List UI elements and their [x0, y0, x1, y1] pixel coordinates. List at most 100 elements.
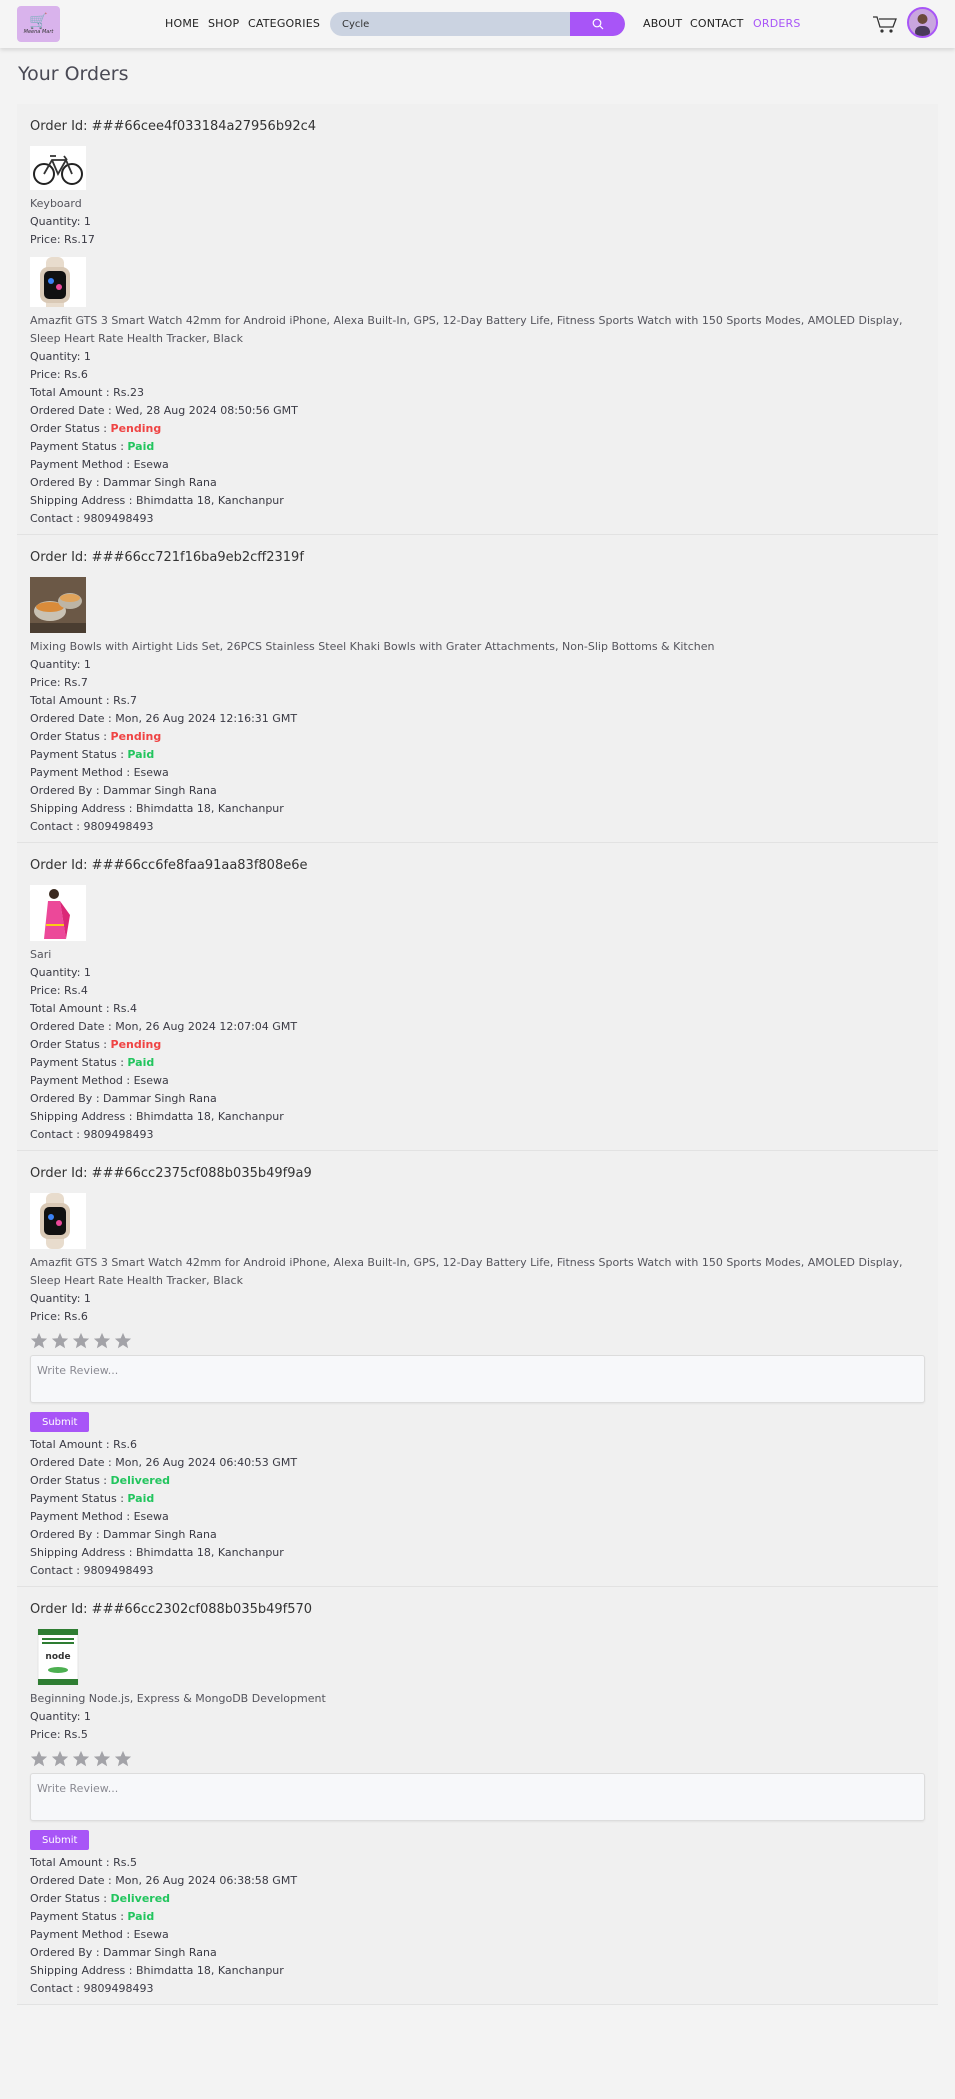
shipping-address: Shipping Address : Bhimdatta 18, Kanchan…: [30, 1110, 284, 1123]
search-button[interactable]: [570, 12, 625, 36]
star-icon[interactable]: [30, 1332, 48, 1350]
order-status: Order Status : Delivered: [30, 1890, 925, 1908]
item-name: Amazfit GTS 3 Smart Watch 42mm for Andro…: [30, 314, 903, 345]
cart-button[interactable]: [872, 14, 898, 34]
smartwatch-image[interactable]: [30, 1193, 86, 1249]
nav-orders[interactable]: ORDERS: [753, 17, 801, 30]
avatar[interactable]: [907, 7, 938, 38]
order-total: Total Amount : Rs.4: [30, 1002, 137, 1015]
order-status: Order Status : Pending: [30, 1036, 925, 1054]
nav-categories[interactable]: CATEGORIES: [248, 17, 320, 30]
order-status-value: Delivered: [110, 1892, 171, 1905]
star-icon[interactable]: [93, 1750, 111, 1768]
star-icon[interactable]: [72, 1750, 90, 1768]
order-id: Order Id: ###66cc2302cf088b035b49f570: [30, 1602, 313, 1617]
payment-status-value: Paid: [127, 748, 155, 761]
ordered-by: Ordered By : Dammar Singh Rana: [30, 476, 217, 489]
review-input[interactable]: [30, 1773, 925, 1821]
star-icon[interactable]: [114, 1332, 132, 1350]
user-avatar-icon: [909, 9, 936, 36]
smartwatch-image[interactable]: [30, 251, 86, 307]
item-price: Price: Rs.6: [30, 1310, 88, 1323]
payment-status-value: Paid: [127, 1492, 155, 1505]
sari-image[interactable]: [30, 885, 86, 941]
star-icon[interactable]: [93, 1332, 111, 1350]
star-icon[interactable]: [30, 1750, 48, 1768]
ordered-by: Ordered By : Dammar Singh Rana: [30, 1092, 217, 1105]
order-date: Ordered Date : Mon, 26 Aug 2024 06:40:53…: [30, 1456, 298, 1469]
nav-about[interactable]: ABOUT: [643, 17, 682, 30]
payment-status-label: Payment Status :: [30, 1492, 128, 1505]
search-input[interactable]: [330, 12, 570, 36]
order-date: Ordered Date : Mon, 26 Aug 2024 12:16:31…: [30, 712, 298, 725]
order-status-value: Pending: [110, 1038, 162, 1051]
shipping-address: Shipping Address : Bhimdatta 18, Kanchan…: [30, 494, 284, 507]
payment-status-label: Payment Status :: [30, 1910, 128, 1923]
bicycle-image[interactable]: [30, 146, 86, 190]
payment-method: Payment Method : Esewa: [30, 766, 169, 779]
book-cover-image[interactable]: node: [30, 1629, 86, 1685]
cart-icon: [873, 16, 897, 33]
order-status-label: Order Status :: [30, 730, 111, 743]
contact: Contact : 9809498493: [30, 1564, 154, 1577]
item-name: Beginning Node.js, Express & MongoDB Dev…: [30, 1692, 326, 1705]
order-status-label: Order Status :: [30, 422, 111, 435]
star-icon[interactable]: [51, 1332, 69, 1350]
payment-status-value: Paid: [127, 1910, 155, 1923]
mixing-bowls-image[interactable]: [30, 577, 86, 633]
payment-status: Payment Status : Paid: [30, 746, 925, 764]
payment-status-label: Payment Status :: [30, 1056, 128, 1069]
item-quantity: Quantity: 1: [30, 966, 91, 979]
contact: Contact : 9809498493: [30, 1128, 154, 1141]
item-quantity: Quantity: 1: [30, 1710, 91, 1723]
item-price: Price: Rs.17: [30, 233, 95, 246]
nav-shop[interactable]: SHOP: [208, 17, 239, 30]
order-status-label: Order Status :: [30, 1892, 111, 1905]
order-status-value: Delivered: [110, 1474, 171, 1487]
star-icon[interactable]: [114, 1750, 132, 1768]
order-item: Mixing Bowls with Airtight Lids Set, 26P…: [30, 577, 925, 692]
item-price: Price: Rs.6: [30, 368, 88, 381]
cart-logo-icon: 🛒: [29, 11, 48, 30]
order-date: Ordered Date : Wed, 28 Aug 2024 08:50:56…: [30, 404, 298, 417]
payment-method: Payment Method : Esewa: [30, 1074, 169, 1087]
page-title: Your Orders: [18, 63, 129, 85]
contact: Contact : 9809498493: [30, 820, 154, 833]
order-status-label: Order Status :: [30, 1038, 111, 1051]
nav-home[interactable]: HOME: [165, 17, 199, 30]
shipping-address: Shipping Address : Bhimdatta 18, Kanchan…: [30, 1964, 284, 1977]
order-item: Keyboard Quantity: 1 Price: Rs.17: [30, 146, 925, 249]
star-icon[interactable]: [72, 1332, 90, 1350]
payment-status-label: Payment Status :: [30, 440, 128, 453]
order-id: Order Id: ###66cc2375cf088b035b49f9a9: [30, 1166, 312, 1181]
order-card: Order Id: ###66cc2302cf088b035b49f570 no…: [17, 1587, 938, 2005]
order-total: Total Amount : Rs.23: [30, 386, 144, 399]
ordered-by: Ordered By : Dammar Singh Rana: [30, 1946, 217, 1959]
submit-review-button[interactable]: Submit: [30, 1830, 90, 1850]
payment-method: Payment Method : Esewa: [30, 1510, 169, 1523]
item-quantity: Quantity: 1: [30, 350, 91, 363]
order-status: Order Status : Delivered: [30, 1472, 925, 1490]
item-name: Keyboard: [30, 197, 82, 210]
submit-review-button[interactable]: Submit: [30, 1412, 90, 1432]
star-icon[interactable]: [51, 1750, 69, 1768]
contact: Contact : 9809498493: [30, 1982, 154, 1995]
order-status: Order Status : Pending: [30, 728, 925, 746]
logo[interactable]: 🛒 Meena Mart: [17, 6, 60, 42]
payment-status: Payment Status : Paid: [30, 438, 925, 456]
review-input[interactable]: [30, 1355, 925, 1403]
item-quantity: Quantity: 1: [30, 1292, 91, 1305]
item-quantity: Quantity: 1: [30, 658, 91, 671]
order-card: Order Id: ###66cc6fe8faa91aa83f808e6e Sa…: [17, 843, 938, 1151]
payment-status: Payment Status : Paid: [30, 1908, 925, 1926]
navbar: 🛒 Meena Mart HOME SHOP CATEGORIES ABOUT …: [0, 0, 955, 48]
logo-text: Meena Mart: [23, 28, 54, 35]
order-item: Amazfit GTS 3 Smart Watch 42mm for Andro…: [30, 251, 925, 384]
item-quantity: Quantity: 1: [30, 215, 91, 228]
order-id: Order Id: ###66cee4f033184a27956b92c4: [30, 119, 317, 134]
payment-status-value: Paid: [127, 1056, 155, 1069]
item-name: Amazfit GTS 3 Smart Watch 42mm for Andro…: [30, 1256, 903, 1287]
order-date: Ordered Date : Mon, 26 Aug 2024 06:38:58…: [30, 1874, 298, 1887]
order-total: Total Amount : Rs.5: [30, 1856, 137, 1869]
nav-contact[interactable]: CONTACT: [690, 17, 744, 30]
